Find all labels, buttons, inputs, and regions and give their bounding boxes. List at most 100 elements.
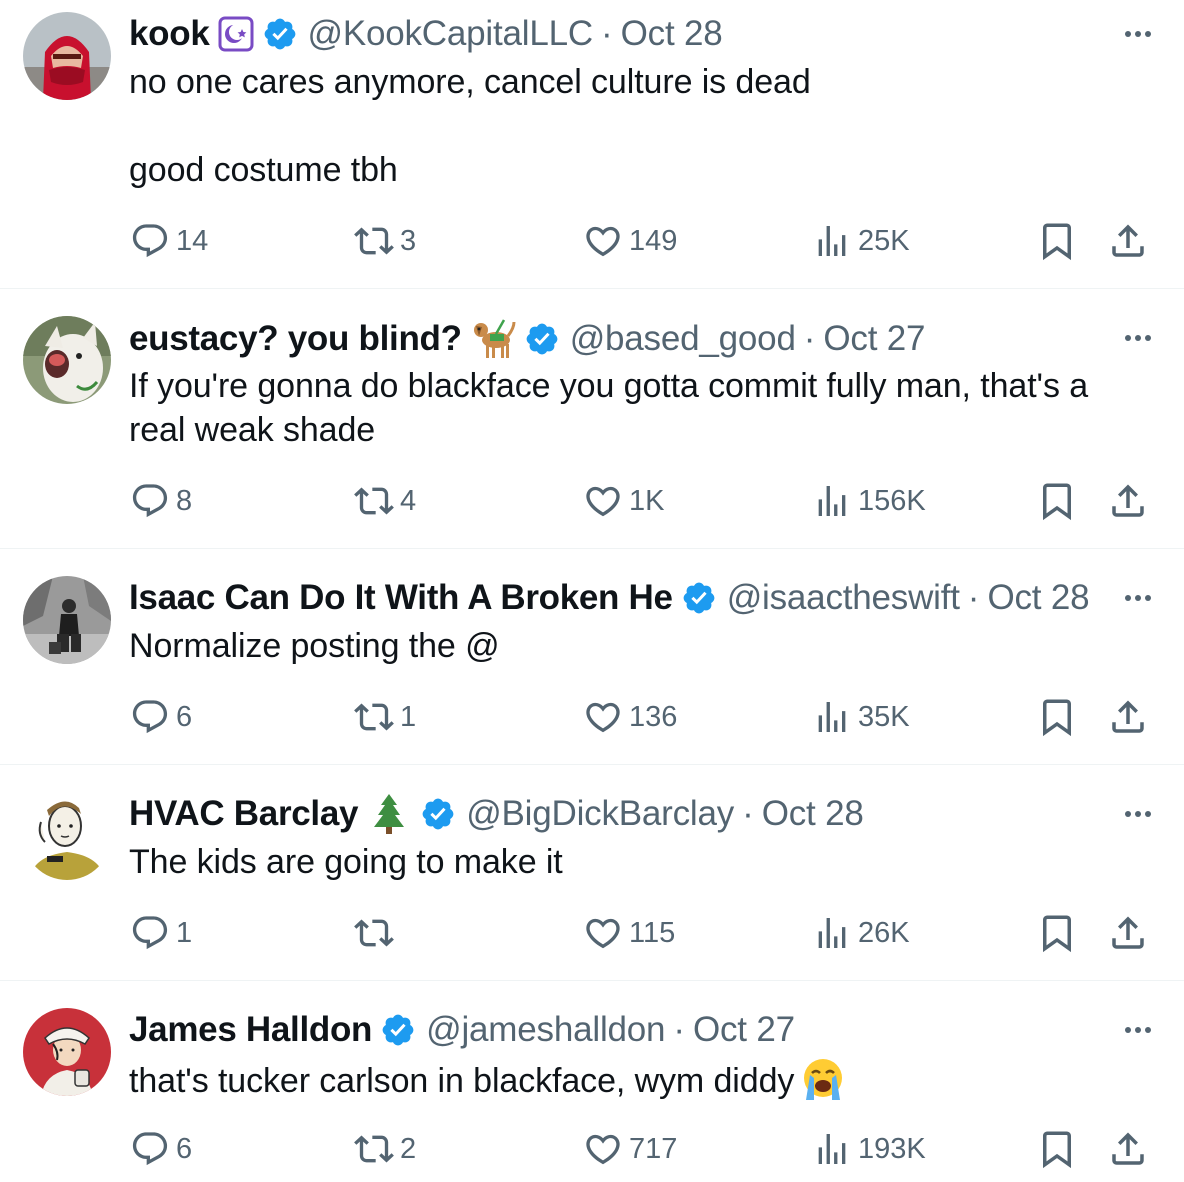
bookmark-icon (1043, 699, 1071, 737)
repost-button[interactable]: 1 (354, 695, 416, 739)
views-button[interactable]: 156K (812, 479, 926, 523)
like-button[interactable]: 717 (583, 1127, 677, 1171)
reply-button[interactable]: 1 (130, 911, 192, 955)
timestamp[interactable]: Oct 28 (762, 794, 864, 834)
separator-dot: · (967, 578, 980, 617)
tweet-text: The kids are going to make it (129, 843, 563, 881)
display-name[interactable]: HVAC Barclay (129, 794, 358, 834)
tweet-text-content: that's tucker carlson in blackface, wym … (129, 1062, 795, 1100)
tweet[interactable]: kook @KookCapitalLLC · Oct 28 no one car… (0, 0, 1184, 289)
share-icon (1112, 916, 1144, 949)
repost-icon (354, 1135, 394, 1163)
repost-icon (354, 703, 394, 731)
display-name[interactable]: Isaac Can Do It With A Broken He (129, 578, 673, 618)
tweet[interactable]: HVAC Barclay @BigDickBarclay · Oct 28 Th… (0, 765, 1184, 981)
guide-dog-emoji (470, 318, 516, 360)
handle[interactable]: @isaactheswift (727, 578, 960, 618)
handle[interactable]: @KookCapitalLLC (308, 14, 594, 54)
handle[interactable]: @BigDickBarclay (466, 794, 734, 834)
repost-count: 4 (400, 484, 417, 517)
bookmark-icon (1043, 223, 1071, 261)
more-options-icon[interactable] (1120, 16, 1156, 52)
tweet-text: no one cares anymore, cancel culture is … (129, 63, 811, 189)
display-name[interactable]: eustacy? you blind? (129, 319, 462, 359)
heart-icon (586, 226, 620, 257)
repost-icon (354, 487, 394, 515)
reply-button[interactable]: 6 (130, 1127, 192, 1171)
repost-icon (354, 227, 394, 255)
reply-button[interactable]: 6 (130, 695, 192, 739)
handle[interactable]: @based_good (570, 319, 796, 359)
tweet-text: Normalize posting the @ (129, 627, 500, 665)
timestamp[interactable]: Oct 27 (693, 1010, 795, 1050)
repost-count: 1 (400, 700, 417, 733)
bookmark-button[interactable] (1036, 911, 1078, 955)
bookmark-button[interactable] (1036, 695, 1078, 739)
timestamp[interactable]: Oct 28 (621, 14, 723, 54)
separator-dot: · (803, 319, 816, 358)
reply-count: 14 (176, 224, 209, 257)
bookmark-button[interactable] (1036, 1127, 1078, 1171)
more-options-icon[interactable] (1120, 1012, 1156, 1048)
share-button[interactable] (1107, 479, 1149, 523)
timestamp[interactable]: Oct 27 (823, 319, 925, 359)
views-count: 25K (858, 224, 910, 257)
like-button[interactable]: 115 (583, 911, 675, 955)
avatar[interactable] (23, 576, 111, 664)
repost-button[interactable]: 4 (354, 479, 416, 523)
repost-button[interactable] (354, 911, 400, 955)
like-button[interactable]: 136 (583, 695, 677, 739)
reply-icon (132, 916, 168, 950)
reply-icon (132, 224, 168, 258)
heart-icon (586, 486, 620, 517)
views-button[interactable]: 26K (812, 911, 910, 955)
like-button[interactable]: 1K (583, 479, 664, 523)
avatar[interactable] (23, 1008, 111, 1096)
bookmark-button[interactable] (1036, 479, 1078, 523)
analytics-icon (818, 918, 846, 948)
reply-count: 6 (176, 1132, 193, 1165)
share-icon (1112, 484, 1144, 517)
affiliate-icon[interactable] (218, 16, 254, 52)
more-options-icon[interactable] (1120, 320, 1156, 356)
views-button[interactable]: 35K (812, 695, 910, 739)
share-button[interactable] (1107, 219, 1149, 263)
like-count: 717 (629, 1132, 678, 1165)
tweet[interactable]: Isaac Can Do It With A Broken He @isaact… (0, 549, 1184, 765)
bookmark-button[interactable] (1036, 219, 1078, 263)
views-button[interactable]: 25K (812, 219, 910, 263)
share-button[interactable] (1107, 695, 1149, 739)
bookmark-icon (1043, 1131, 1071, 1169)
views-button[interactable]: 193K (812, 1127, 926, 1171)
share-button[interactable] (1107, 911, 1149, 955)
reply-icon (132, 700, 168, 734)
evergreen-tree-emoji (366, 793, 412, 835)
heart-icon (586, 702, 620, 733)
avatar[interactable] (23, 12, 111, 100)
timestamp[interactable]: Oct 28 (987, 578, 1089, 618)
repost-button[interactable]: 3 (354, 219, 416, 263)
display-name[interactable]: kook (129, 14, 210, 54)
avatar[interactable] (23, 316, 111, 404)
avatar[interactable] (23, 792, 111, 880)
analytics-icon (818, 1134, 846, 1164)
share-icon (1112, 1132, 1144, 1165)
repost-icon (354, 919, 394, 947)
tweet[interactable]: James Halldon @jameshalldon · Oct 27 tha… (0, 981, 1184, 1182)
repost-button[interactable]: 2 (354, 1127, 416, 1171)
reply-count: 1 (176, 916, 193, 949)
share-button[interactable] (1107, 1127, 1149, 1171)
more-options-icon[interactable] (1120, 796, 1156, 832)
reply-count: 6 (176, 700, 193, 733)
reply-button[interactable]: 14 (130, 219, 208, 263)
handle[interactable]: @jameshalldon (426, 1010, 665, 1050)
reply-icon (132, 1132, 168, 1166)
reply-button[interactable]: 8 (130, 479, 192, 523)
tweet[interactable]: eustacy? you blind? @based_good · Oct 27… (0, 289, 1184, 549)
separator-dot: · (742, 794, 754, 833)
separator-dot: · (673, 1010, 685, 1049)
views-count: 193K (858, 1132, 926, 1165)
more-options-icon[interactable] (1120, 580, 1156, 616)
display-name[interactable]: James Halldon (129, 1010, 372, 1050)
like-button[interactable]: 149 (583, 219, 677, 263)
